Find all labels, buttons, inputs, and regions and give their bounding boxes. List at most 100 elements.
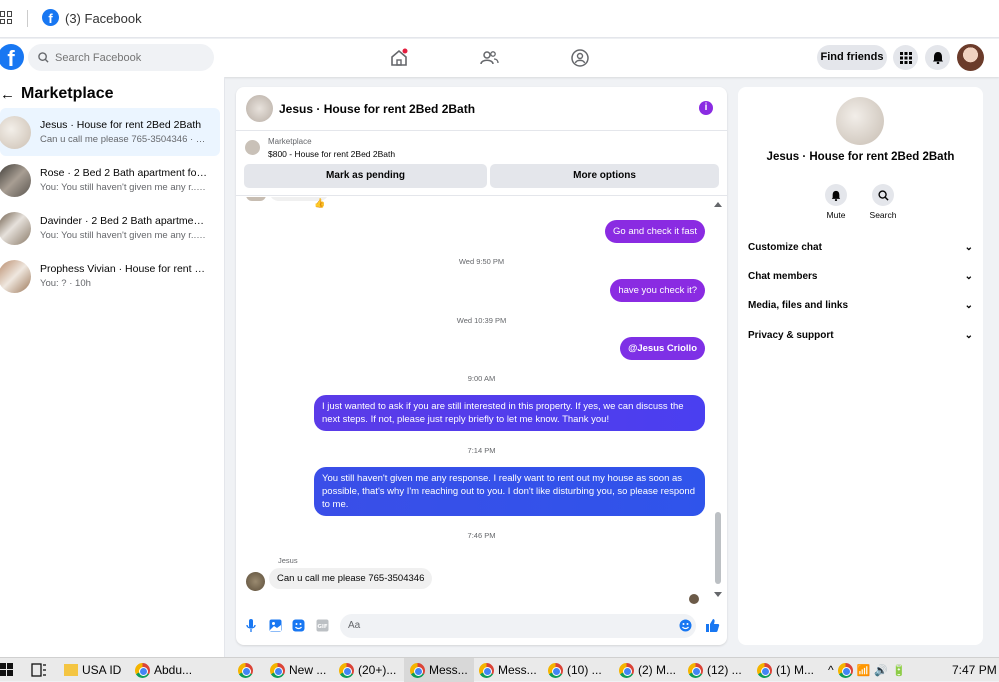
home-icon[interactable]	[389, 48, 409, 68]
mute-button[interactable]	[825, 184, 847, 206]
conversation-item[interactable]: Jesus · House for rent 2Bed 2Bath Can u c…	[0, 108, 220, 156]
clock[interactable]: 7:47 PM	[952, 658, 997, 682]
info-icon[interactable]: i	[699, 101, 713, 115]
facebook-favicon-icon: f	[42, 9, 59, 26]
taskbar-label: Mess...	[429, 663, 468, 677]
taskbar-item[interactable]: (12) ...	[688, 658, 742, 682]
seen-indicator-avatar	[689, 594, 699, 604]
conversation-item[interactable]: Prophess Vivian · House for rent 2... You…	[0, 252, 220, 300]
conversation-thumbnail	[0, 163, 31, 197]
privacy-support-row[interactable]: Privacy & support ⌄	[748, 330, 973, 341]
search-icon	[877, 189, 889, 201]
notifications-button[interactable]	[925, 45, 950, 70]
outgoing-message[interactable]: have you check it?	[610, 279, 705, 302]
svg-text:GIF: GIF	[317, 624, 328, 630]
task-view-icon[interactable]	[31, 663, 47, 677]
sticker-icon[interactable]	[292, 619, 305, 632]
chat-members-row[interactable]: Chat members ⌄	[748, 271, 973, 282]
search-conversation-button[interactable]	[872, 184, 894, 206]
chrome-icon	[619, 662, 634, 678]
timestamp: Wed 10:39 PM	[456, 316, 507, 325]
conversation-title: Davinder · 2 Bed 2 Bath apartment...	[40, 215, 208, 227]
tab-divider	[27, 10, 28, 27]
sidebar-header: ← Marketplace	[0, 85, 114, 103]
media-files-links-row[interactable]: Media, files and links ⌄	[748, 300, 973, 311]
taskbar-item[interactable]: (1) M...	[757, 658, 814, 682]
conversation-preview: You: You still haven't given me any r...…	[40, 182, 208, 193]
marketplace-label: Marketplace	[268, 137, 312, 146]
folder-icon	[64, 664, 78, 676]
taskbar-item[interactable]: (20+)...	[339, 658, 396, 682]
speaker-icon[interactable]: 🔊	[874, 664, 888, 677]
apps-grid-icon[interactable]	[0, 11, 13, 24]
mark-as-pending-button[interactable]: Mark as pending	[244, 164, 487, 188]
taskbar-item[interactable]: Abdu...	[135, 658, 192, 682]
thumbs-up-send-icon[interactable]	[705, 618, 720, 633]
facebook-logo-icon[interactable]: f	[0, 44, 24, 71]
emoji-icon[interactable]	[679, 619, 692, 632]
conversation-details-panel: Jesus · House for rent 2Bed 2Bath Mute S…	[738, 87, 983, 645]
incoming-message[interactable]: Can u call me please 765-3504346	[269, 568, 433, 589]
taskbar-item[interactable]: Mess...	[479, 658, 537, 682]
timestamp: 7:46 PM	[467, 531, 496, 540]
scroll-up-icon[interactable]	[713, 201, 723, 208]
more-options-button[interactable]: More options	[490, 164, 719, 188]
outgoing-message[interactable]: I just wanted to ask if you are still in…	[314, 395, 705, 431]
taskbar-label: New ...	[289, 663, 327, 677]
chat-title[interactable]: Jesus · House for rent 2Bed 2Bath	[279, 102, 475, 116]
taskbar-item[interactable]: New ...	[270, 658, 326, 682]
listing-thumbnail[interactable]	[245, 140, 260, 155]
image-attach-icon[interactable]	[269, 619, 282, 632]
gif-icon[interactable]: GIF	[316, 619, 329, 632]
find-friends-button[interactable]: Find friends	[817, 45, 887, 70]
search-box[interactable]	[28, 44, 214, 71]
taskbar-item-usa-id[interactable]: USA ID	[64, 658, 121, 682]
search-input[interactable]	[55, 51, 195, 64]
profile-avatar[interactable]	[957, 44, 984, 71]
back-arrow-icon[interactable]: ←	[0, 86, 15, 103]
conversation-item[interactable]: Davinder · 2 Bed 2 Bath apartment... You:…	[0, 204, 220, 252]
groups-icon[interactable]	[570, 48, 590, 68]
outgoing-message[interactable]: You still haven't given me any response.…	[314, 467, 705, 516]
conversation-title: Rose · 2 Bed 2 Bath apartment for ...	[40, 167, 208, 179]
customize-chat-row[interactable]: Customize chat ⌄	[748, 242, 973, 253]
system-tray: ^ 📶 🔊 🔋	[828, 658, 906, 682]
taskbar-label: (20+)...	[358, 663, 397, 677]
taskbar-label: Mess...	[498, 663, 537, 677]
taskbar-label: (1) M...	[776, 663, 814, 677]
listing-title[interactable]: $800 - House for rent 2Bed 2Bath	[268, 149, 395, 159]
taskbar-item[interactable]: (10) ...	[548, 658, 602, 682]
contact-avatar[interactable]	[836, 97, 884, 145]
conversation-item[interactable]: Rose · 2 Bed 2 Bath apartment for ... You…	[0, 156, 220, 204]
taskbar-item[interactable]: (2) M...	[619, 658, 676, 682]
conversation-thumbnail	[0, 115, 31, 149]
wifi-icon[interactable]: 📶	[857, 664, 871, 677]
message-input[interactable]: Aa	[340, 614, 696, 638]
outgoing-message-mention[interactable]: @Jesus Criollo	[620, 337, 705, 360]
scrollbar-thumb[interactable]	[715, 512, 721, 584]
tab-title[interactable]: (3) Facebook	[65, 11, 142, 26]
thumbs-up-reaction-icon: 👍	[314, 198, 326, 208]
chat-avatar[interactable]	[246, 95, 273, 122]
sender-avatar[interactable]	[246, 572, 265, 591]
microphone-icon[interactable]	[246, 619, 256, 633]
menu-button[interactable]	[893, 45, 918, 70]
taskbar-item[interactable]	[238, 658, 253, 682]
scroll-down-icon[interactable]	[713, 591, 723, 598]
chrome-icon	[548, 662, 563, 678]
message-list: 👍 Go and check it fast Wed 9:50 PM have …	[236, 197, 727, 607]
windows-start-icon[interactable]	[0, 663, 14, 677]
chrome-icon	[339, 662, 354, 678]
chrome-icon[interactable]	[837, 662, 853, 678]
friends-icon[interactable]	[479, 48, 499, 68]
outgoing-message[interactable]: Go and check it fast	[605, 220, 705, 243]
battery-icon[interactable]: 🔋	[892, 664, 906, 677]
taskbar-item-active[interactable]: Mess...	[404, 658, 474, 682]
taskbar-label: USA ID	[82, 663, 122, 677]
chrome-icon	[479, 662, 494, 678]
chevron-down-icon: ⌄	[964, 242, 973, 253]
mute-label: Mute	[826, 210, 846, 220]
bell-icon	[932, 52, 943, 64]
chevron-up-icon[interactable]: ^	[828, 663, 834, 677]
chat-panel: Jesus · House for rent 2Bed 2Bath i Mark…	[236, 87, 727, 645]
